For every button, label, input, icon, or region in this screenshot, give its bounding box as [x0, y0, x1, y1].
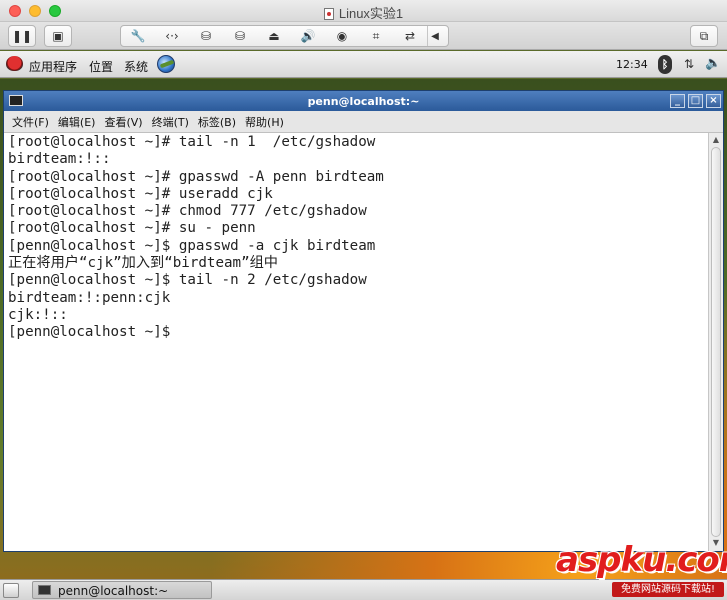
- settings-wrench-button[interactable]: 🔧: [121, 26, 155, 46]
- vm-window-title-wrap: Linux实验1: [0, 3, 727, 22]
- aspku-watermark: aspku.com 免费网站源码下载站!: [556, 540, 727, 600]
- menu-file[interactable]: 文件(F): [12, 114, 49, 130]
- bluetooth-icon[interactable]: ᛒ: [658, 55, 672, 74]
- browser-launcher-icon[interactable]: [157, 55, 175, 73]
- panel-menu-system[interactable]: 系统: [124, 58, 148, 75]
- collapse-toolbar-button[interactable]: ◀: [427, 26, 442, 46]
- volume-icon[interactable]: 🔈: [705, 56, 721, 71]
- sound-icon: 🔊: [300, 29, 316, 43]
- hdd-icon: ⛁: [234, 29, 246, 43]
- fullscreen-button[interactable]: ⧉: [690, 25, 718, 47]
- show-desktop-icon[interactable]: [3, 583, 19, 598]
- panel-menu-places[interactable]: 位置: [89, 58, 113, 75]
- terminal-minimize-button[interactable]: _: [670, 94, 685, 108]
- menu-tabs[interactable]: 标签(B): [198, 114, 236, 130]
- usb-icon: ⌗: [372, 28, 380, 43]
- vm-device-toolbar: 🔧 ‹·› ⛁ ⛁ ⏏ 🔊 ◉ ⌗ ⇄ ◀: [120, 25, 449, 47]
- share-icon: ⇄: [404, 29, 416, 43]
- panel-menu-applications[interactable]: 应用程序: [29, 58, 77, 75]
- close-icon: ×: [709, 95, 718, 106]
- wrench-icon: 🔧: [130, 29, 146, 43]
- taskbar-terminal-button[interactable]: penn@localhost:~: [32, 581, 212, 599]
- vm-window-titlebar: Linux实验1: [0, 0, 727, 22]
- menu-view[interactable]: 查看(V): [104, 114, 142, 130]
- terminal-line: [root@localhost ~]# gpasswd -A penn bird…: [8, 168, 384, 185]
- terminal-scrollbar[interactable]: ▲ ▼: [708, 133, 723, 551]
- cdrom-button[interactable]: ⏏: [257, 26, 291, 46]
- scroll-up-icon[interactable]: ▲: [710, 134, 722, 146]
- terminal-line: birdteam:!:penn:cjk: [8, 289, 171, 306]
- gnome-top-panel: 应用程序 位置 系统 12:34 ᛒ ⇅ 🔈: [0, 51, 727, 78]
- vm-toolbar: ❚❚ ▣ 🔧 ‹·› ⛁ ⛁ ⏏ 🔊 ◉ ⌗ ⇄ ◀ ⧉: [0, 22, 727, 50]
- network-arrows-icon: ‹·›: [165, 29, 179, 43]
- terminal-line: [penn@localhost ~]$ tail -n 2 /etc/gshad…: [8, 272, 367, 289]
- terminal-line: [root@localhost ~]# su - penn: [8, 220, 256, 237]
- terminal-titlebar[interactable]: penn@localhost:~ _ □ ×: [4, 91, 723, 111]
- menu-terminal[interactable]: 终端(T): [152, 114, 189, 130]
- terminal-maximize-button[interactable]: □: [688, 94, 703, 108]
- menu-help[interactable]: 帮助(H): [245, 114, 284, 130]
- network-manager-icon[interactable]: ⇅: [684, 57, 694, 71]
- vm-window-title: Linux实验1: [338, 6, 404, 21]
- camera-button[interactable]: ◉: [325, 26, 359, 46]
- taskbar-terminal-label: penn@localhost:~: [58, 584, 169, 598]
- terminal-close-button[interactable]: ×: [706, 94, 721, 108]
- panel-clock[interactable]: 12:34: [616, 58, 648, 71]
- hdd1-button[interactable]: ⛁: [189, 26, 223, 46]
- camera-icon: ◉: [336, 29, 348, 43]
- share-button[interactable]: ⇄: [393, 26, 427, 46]
- cdrom-icon: ⏏: [268, 29, 280, 43]
- scrollbar-thumb[interactable]: [711, 147, 721, 537]
- redhat-logo-icon: [6, 56, 23, 71]
- terminal-line: [penn@localhost ~]$ gpasswd -a cjk birdt…: [8, 237, 376, 254]
- pause-vm-button[interactable]: ❚❚: [8, 25, 36, 47]
- terminal-line: 正在将用户“cjk”加入到“birdteam”组中: [8, 255, 278, 272]
- vm-document-icon: [323, 8, 334, 20]
- maximize-icon: □: [690, 95, 701, 106]
- terminal-menubar: 文件(F) 编辑(E) 查看(V) 终端(T) 标签(B) 帮助(H): [4, 111, 723, 133]
- snapshot-icon: ▣: [52, 29, 64, 43]
- watermark-subtitle: 免费网站源码下载站!: [612, 582, 724, 597]
- terminal-prompt-line: [penn@localhost ~]$: [8, 324, 179, 341]
- watermark-logo: aspku.com: [556, 540, 727, 580]
- terminal-title: penn@localhost:~: [307, 95, 420, 108]
- usb-button[interactable]: ⌗: [359, 26, 393, 46]
- terminal-line: cjk:!::: [8, 306, 68, 323]
- minimize-icon: _: [675, 95, 680, 106]
- hdd2-button[interactable]: ⛁: [223, 26, 257, 46]
- sound-button[interactable]: 🔊: [291, 26, 325, 46]
- collapse-arrow-icon: ◀: [431, 30, 439, 42]
- pause-icon: ❚❚: [11, 29, 33, 43]
- hdd-icon: ⛁: [200, 29, 212, 43]
- terminal-icon: [38, 585, 51, 595]
- terminal-line: birdteam:!::: [8, 151, 111, 168]
- terminal-line: [root@localhost ~]# tail -n 1 /etc/gshad…: [8, 134, 376, 150]
- terminal-output[interactable]: [root@localhost ~]# tail -n 1 /etc/gshad…: [4, 133, 708, 551]
- menu-edit[interactable]: 编辑(E): [58, 114, 96, 130]
- terminal-line: [root@localhost ~]# useradd cjk: [8, 185, 273, 202]
- fullscreen-icon: ⧉: [699, 28, 709, 43]
- terminal-line: [root@localhost ~]# chmod 777 /etc/gshad…: [8, 203, 367, 220]
- snapshot-button[interactable]: ▣: [44, 25, 72, 47]
- terminal-window: penn@localhost:~ _ □ × 文件(F) 编辑(E) 查看(V)…: [3, 90, 724, 552]
- network-button[interactable]: ‹·›: [155, 26, 189, 46]
